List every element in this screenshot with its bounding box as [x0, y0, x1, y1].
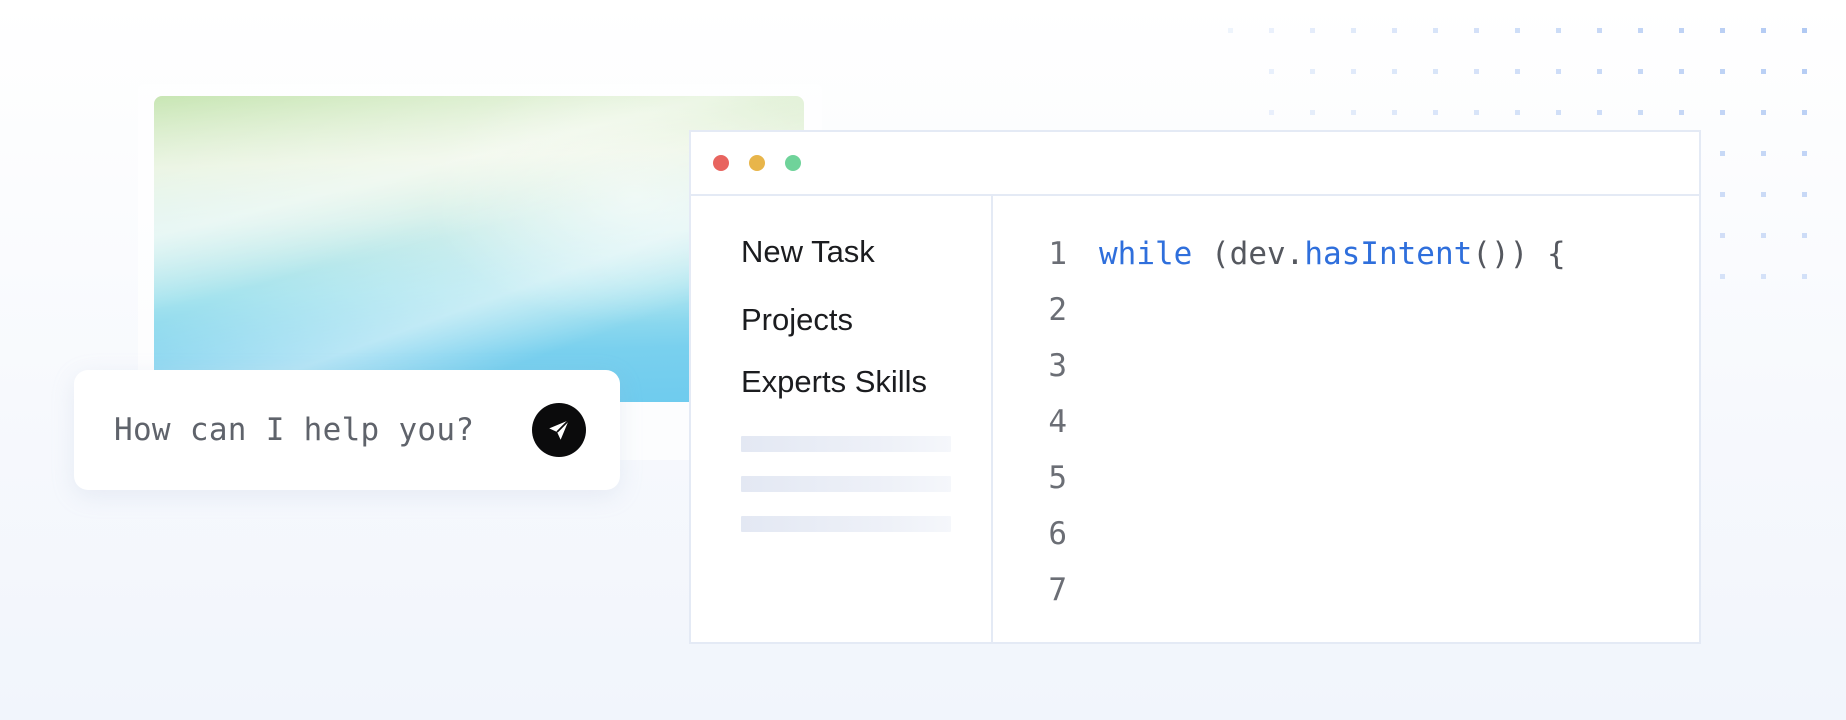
- grid-dot: [1474, 28, 1479, 33]
- grid-dot: [1761, 110, 1766, 115]
- grid-dot: [1720, 274, 1725, 279]
- code-line: 4: [993, 402, 1067, 442]
- grid-dot: [1597, 28, 1602, 33]
- sidebar-item-new-task[interactable]: New Task: [741, 234, 875, 270]
- editor-window: New Task Projects Experts Skills 1 while…: [689, 130, 1701, 644]
- grid-dot: [1802, 69, 1807, 74]
- grid-dot: [1761, 274, 1766, 279]
- grid-dot: [1720, 110, 1725, 115]
- grid-dot: [1761, 151, 1766, 156]
- code-method: hasIntent: [1304, 236, 1473, 272]
- line-number: 7: [1048, 572, 1067, 608]
- grid-dot: [1392, 28, 1397, 33]
- grid-dot: [1679, 110, 1684, 115]
- send-button[interactable]: [532, 403, 586, 457]
- code-line: 5: [993, 458, 1067, 498]
- grid-dot: [1720, 192, 1725, 197]
- sidebar-skeleton-line: [741, 516, 951, 532]
- grid-dot: [1720, 28, 1725, 33]
- grid-dot: [1679, 69, 1684, 74]
- grid-dot: [1720, 233, 1725, 238]
- grid-dot: [1392, 69, 1397, 74]
- grid-dot: [1392, 110, 1397, 115]
- grid-dot: [1515, 110, 1520, 115]
- line-number: 4: [1048, 404, 1067, 440]
- window-maximize-button[interactable]: [785, 155, 801, 171]
- grid-dot: [1720, 69, 1725, 74]
- grid-dot: [1433, 69, 1438, 74]
- code-line: 2: [993, 290, 1067, 330]
- grid-dot: [1802, 233, 1807, 238]
- grid-dot: [1802, 192, 1807, 197]
- grid-dot: [1474, 69, 1479, 74]
- chat-input-box[interactable]: How can I help you?: [74, 370, 620, 490]
- sidebar-item-projects[interactable]: Projects: [741, 302, 853, 338]
- line-number: 1: [1048, 236, 1067, 272]
- code-line: 1 while (dev.hasIntent()) {: [993, 234, 1566, 274]
- grid-dot: [1310, 69, 1315, 74]
- grid-dot: [1433, 28, 1438, 33]
- chat-input-placeholder[interactable]: How can I help you?: [114, 412, 474, 448]
- grid-dot: [1556, 110, 1561, 115]
- line-number: 3: [1048, 348, 1067, 384]
- grid-dot: [1597, 110, 1602, 115]
- grid-dot: [1761, 28, 1766, 33]
- grid-dot: [1269, 69, 1274, 74]
- grid-dot: [1761, 69, 1766, 74]
- grid-dot: [1433, 110, 1438, 115]
- grid-dot: [1802, 274, 1807, 279]
- grid-dot: [1310, 28, 1315, 33]
- paper-plane-icon: [549, 419, 570, 440]
- grid-dot: [1597, 69, 1602, 74]
- line-number: 6: [1048, 516, 1067, 552]
- code-text: while (dev.hasIntent()) {: [1099, 236, 1566, 272]
- hero-stage: New Task Projects Experts Skills 1 while…: [0, 0, 1846, 720]
- grid-dot: [1720, 151, 1725, 156]
- line-number: 5: [1048, 460, 1067, 496]
- grid-dot: [1515, 69, 1520, 74]
- code-line: 7: [993, 570, 1067, 610]
- grid-dot: [1638, 28, 1643, 33]
- grid-dot: [1556, 28, 1561, 33]
- code-keyword: while: [1099, 236, 1193, 272]
- code-line: 6: [993, 514, 1067, 554]
- grid-dot: [1761, 192, 1766, 197]
- code-punct-open: (dev.: [1192, 236, 1305, 272]
- grid-dot: [1269, 28, 1274, 33]
- window-minimize-button[interactable]: [749, 155, 765, 171]
- window-titlebar: [691, 132, 1699, 196]
- window-body: New Task Projects Experts Skills 1 while…: [691, 196, 1699, 642]
- grid-dot: [1228, 28, 1233, 33]
- line-number: 2: [1048, 292, 1067, 328]
- grid-dot: [1269, 110, 1274, 115]
- grid-dot: [1802, 28, 1807, 33]
- grid-dot: [1761, 233, 1766, 238]
- grid-dot: [1351, 28, 1356, 33]
- grid-dot: [1351, 110, 1356, 115]
- grid-dot: [1310, 110, 1315, 115]
- grid-dot: [1638, 110, 1643, 115]
- grid-dot: [1679, 28, 1684, 33]
- code-editor[interactable]: 1 while (dev.hasIntent()) { 2 3 4 5 6 7: [993, 196, 1699, 642]
- window-close-button[interactable]: [713, 155, 729, 171]
- grid-dot: [1802, 110, 1807, 115]
- grid-dot: [1638, 69, 1643, 74]
- code-punct-close: ()) {: [1472, 236, 1566, 272]
- grid-dot: [1556, 69, 1561, 74]
- grid-dot: [1802, 151, 1807, 156]
- sidebar-item-experts-skills[interactable]: Experts Skills: [741, 364, 927, 400]
- grid-dot: [1351, 69, 1356, 74]
- sidebar-skeleton-line: [741, 476, 951, 492]
- code-line: 3: [993, 346, 1067, 386]
- grid-dot: [1474, 110, 1479, 115]
- grid-dot: [1515, 28, 1520, 33]
- sidebar: New Task Projects Experts Skills: [691, 196, 993, 642]
- sidebar-skeleton-line: [741, 436, 951, 452]
